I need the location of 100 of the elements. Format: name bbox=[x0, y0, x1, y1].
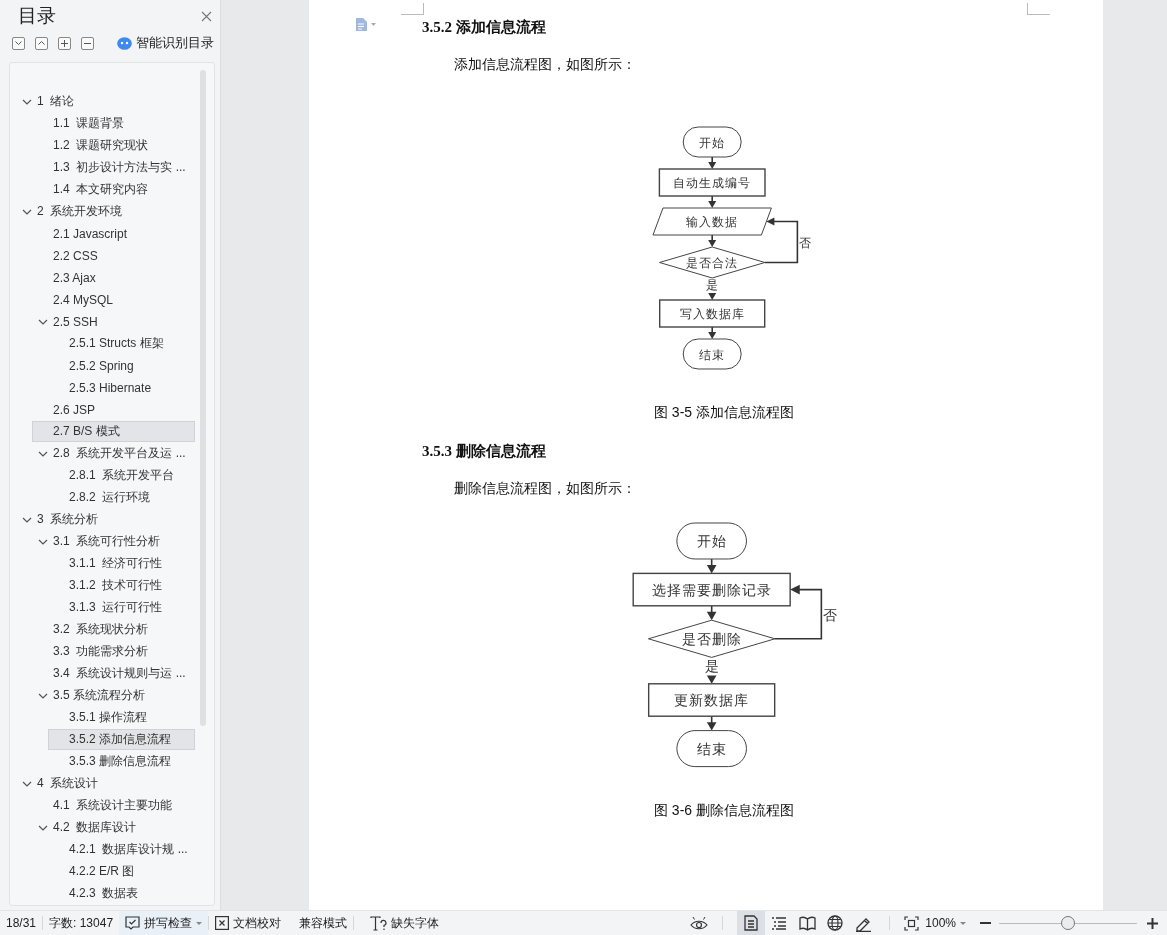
font-question-icon bbox=[370, 915, 388, 931]
chevron-icon[interactable] bbox=[38, 450, 48, 457]
book-icon bbox=[798, 915, 816, 931]
caret-icon bbox=[960, 921, 966, 925]
toc-item[interactable]: 2.4 MySQL bbox=[32, 289, 195, 310]
panel-title: 目录 bbox=[18, 4, 56, 28]
toc-item[interactable]: 3.1.1 经济可行性 bbox=[48, 553, 195, 574]
flow-arrow bbox=[708, 293, 716, 300]
collapse-button[interactable] bbox=[35, 36, 48, 50]
toc-item[interactable]: 2.5.1 Structs 框架 bbox=[48, 333, 195, 354]
fit-page-icon[interactable] bbox=[904, 915, 920, 931]
remove-button[interactable] bbox=[81, 36, 94, 50]
toc-item[interactable]: 2.5.3 Hibernate bbox=[48, 377, 195, 398]
toc-item[interactable]: 2.5.2 Spring bbox=[48, 355, 195, 376]
node-label: 结束 bbox=[697, 741, 727, 758]
flow-arrow bbox=[708, 156, 716, 169]
toc-item[interactable]: 1.3 初步设计方法与实 ... bbox=[32, 157, 195, 178]
toc-item[interactable]: 3.1 系统可行性分析 bbox=[32, 531, 195, 552]
toc-item[interactable]: 3.5 系统流程分析 bbox=[32, 685, 195, 706]
chevron-icon[interactable] bbox=[38, 824, 48, 831]
chevron-up-icon bbox=[38, 41, 45, 45]
toc-item[interactable]: 3.5.2 添加信息流程 bbox=[48, 729, 195, 750]
slider-thumb[interactable] bbox=[1061, 916, 1075, 930]
node-label: 自动生成编号 bbox=[673, 176, 751, 191]
terminal-node bbox=[682, 338, 742, 370]
checked-comment-icon bbox=[125, 916, 141, 930]
toc-item[interactable]: 4.1 系统设计主要功能 bbox=[32, 795, 195, 816]
proofread-button[interactable]: 文档校对 bbox=[209, 911, 288, 935]
toc-item[interactable]: 4.2.3 数据表 bbox=[48, 883, 195, 904]
toc-item[interactable]: 1.4 本文研究内容 bbox=[32, 179, 195, 200]
zoom-dropdown[interactable]: 100% bbox=[919, 911, 972, 935]
toc-item[interactable]: 2 系统开发环境 bbox=[16, 201, 195, 222]
x-box-icon bbox=[215, 916, 230, 930]
flow-arrow bbox=[707, 675, 717, 684]
caret-icon bbox=[196, 921, 203, 925]
toc-item[interactable]: 2.6 JSP bbox=[32, 399, 195, 420]
toc-item[interactable]: 1 绪论 bbox=[16, 91, 195, 112]
loop-arrow bbox=[763, 217, 798, 264]
figure-caption: 图 3-6 删除信息流程图 bbox=[653, 800, 795, 820]
toc-item[interactable]: 4.2 数据库设计 bbox=[32, 817, 195, 838]
chevron-icon[interactable] bbox=[38, 318, 48, 325]
eye-icon[interactable] bbox=[690, 916, 709, 930]
toc-item[interactable]: 3 系统分析 bbox=[16, 509, 195, 530]
view-mode-button[interactable] bbox=[737, 911, 766, 935]
zoom-slider[interactable] bbox=[999, 916, 1137, 930]
chevron-icon[interactable] bbox=[22, 98, 32, 105]
page-view-icon bbox=[744, 915, 759, 931]
toc-item[interactable]: 2.8 系统开发平台及运 ... bbox=[32, 443, 195, 464]
loop-arrow bbox=[774, 584, 823, 640]
toc-item[interactable]: 3.1.2 技术可行性 bbox=[48, 575, 195, 596]
section-heading: 3.5.2 添加信息流程 bbox=[422, 18, 547, 37]
word-count: 字数: 13047 bbox=[48, 914, 115, 932]
crop-mark bbox=[401, 3, 424, 15]
crop-mark bbox=[1027, 3, 1050, 15]
chevron-icon[interactable] bbox=[38, 538, 48, 545]
toc-item[interactable]: 2.8.2 运行环境 bbox=[48, 487, 195, 508]
flow-arrow bbox=[708, 195, 716, 208]
toc-item[interactable]: 4 系统设计 bbox=[16, 773, 195, 794]
branch-label: 否 bbox=[823, 606, 838, 623]
add-button[interactable] bbox=[58, 36, 71, 50]
toc-item[interactable]: 3.2 系统现状分析 bbox=[32, 619, 195, 640]
toc-item[interactable]: 1.2 课题研究现状 bbox=[32, 135, 195, 156]
expand-button[interactable] bbox=[12, 36, 25, 50]
node-label: 开始 bbox=[699, 135, 725, 150]
terminal-node bbox=[676, 522, 748, 560]
chevron-icon[interactable] bbox=[22, 780, 32, 787]
node-label: 更新数据库 bbox=[674, 692, 750, 709]
toc-item[interactable]: 3.4 系统设计规则与运 ... bbox=[32, 663, 195, 684]
toc-item[interactable]: 2.1 Javascript bbox=[32, 223, 195, 244]
toc-item[interactable]: 2.2 CSS bbox=[32, 245, 195, 266]
toc-item[interactable]: 2.8.1 系统开发平台 bbox=[48, 465, 195, 486]
paragraph: 添加信息流程图，如图所示： bbox=[454, 56, 637, 74]
toc-item[interactable]: 3.1.3 运行可行性 bbox=[48, 597, 195, 618]
toc-item[interactable]: 2.7 B/S 模式 bbox=[32, 421, 195, 442]
plus-icon bbox=[61, 39, 68, 47]
node-label: 选择需要删除记录 bbox=[652, 582, 772, 599]
toc-item[interactable]: 3.5.3 删除信息流程 bbox=[48, 751, 195, 772]
robot-icon bbox=[117, 36, 132, 50]
toc-item[interactable]: 3.3 功能需求分析 bbox=[32, 641, 195, 662]
missing-fonts-button[interactable]: 缺失字体 bbox=[364, 911, 446, 935]
toc-item[interactable]: 2.5 SSH bbox=[32, 311, 195, 332]
chevron-icon[interactable] bbox=[38, 692, 48, 699]
toc-item[interactable]: 3.5.1 操作流程 bbox=[48, 707, 195, 728]
chevron-down-icon bbox=[15, 41, 22, 45]
figure-caption: 图 3-5 添加信息流程图 bbox=[653, 403, 795, 422]
section-heading: 3.5.3 删除信息流程 bbox=[422, 442, 547, 461]
chevron-icon[interactable] bbox=[22, 208, 32, 215]
outline-icon bbox=[771, 916, 788, 930]
node-label: 是否合法 bbox=[686, 256, 738, 271]
toc-item[interactable]: 1.1 课题背景 bbox=[32, 113, 195, 134]
chevron-icon[interactable] bbox=[22, 516, 32, 523]
branch-label: 是 bbox=[705, 658, 719, 675]
toc-item[interactable]: 4.2.1 数据库设计规 ... bbox=[48, 839, 195, 860]
close-icon[interactable] bbox=[201, 10, 212, 22]
zoom-in-icon[interactable] bbox=[1147, 917, 1158, 929]
toc-item[interactable]: 2.3 Ajax bbox=[32, 267, 195, 288]
spell-check-button[interactable]: 拼写检查 bbox=[119, 911, 209, 935]
paragraph: 删除信息流程图，如图所示： bbox=[454, 480, 637, 498]
toc-item[interactable]: 4.2.2 E/R 图 bbox=[48, 861, 195, 882]
smart-toc-button[interactable]: 智能识别目录 bbox=[117, 34, 214, 52]
